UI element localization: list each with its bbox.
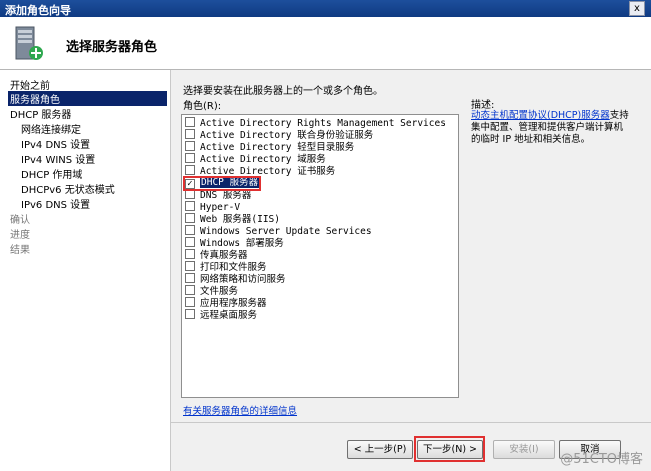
dhcp-help-link[interactable]: 动态主机配置协议(DHCP)服务器 [471, 110, 610, 121]
checkbox[interactable] [185, 213, 195, 223]
close-button[interactable]: x [629, 1, 645, 16]
checkbox[interactable] [185, 153, 195, 163]
divider [171, 422, 651, 423]
role-item[interactable]: Active Directory 轻型目录服务 [185, 141, 354, 153]
server-add-icon [15, 26, 43, 60]
role-item[interactable]: 打印和文件服务 [185, 261, 267, 273]
checkbox[interactable] [185, 237, 195, 247]
checkbox[interactable] [185, 201, 195, 211]
watermark: @51CTO博客 [560, 452, 643, 467]
role-item[interactable]: 远程桌面服务 [185, 309, 257, 321]
nav-item-progress: 进度 [10, 230, 30, 241]
checkbox[interactable] [185, 249, 195, 259]
role-item[interactable]: Active Directory 域服务 [185, 153, 326, 165]
checkbox[interactable] [185, 285, 195, 295]
highlight-box [183, 176, 261, 191]
checkbox[interactable] [185, 297, 195, 307]
roles-list[interactable]: Active Directory Rights Management Servi… [181, 114, 459, 398]
back-button[interactable]: < 上一步(P) [347, 440, 413, 459]
checkbox[interactable] [185, 225, 195, 235]
instruction-text: 选择要安装在此服务器上的一个或多个角色。 [183, 86, 383, 97]
checkbox[interactable] [185, 261, 195, 271]
role-item[interactable]: Hyper-V [185, 201, 240, 213]
role-item[interactable]: Web 服务器(IIS) [185, 213, 280, 225]
role-item[interactable]: Active Directory Rights Management Servi… [185, 117, 446, 129]
window-titlebar: 添加角色向导 x [0, 0, 651, 17]
page-title: 选择服务器角色 [66, 40, 158, 55]
nav-item-before-you-begin[interactable]: 开始之前 [10, 77, 50, 92]
wizard-nav: 开始之前 服务器角色 DHCP 服务器 网络连接绑定 IPv4 DNS 设置 I… [0, 70, 169, 471]
nav-item-confirmation: 确认 [10, 215, 30, 226]
nav-item-dhcp-scopes[interactable]: DHCP 作用域 [21, 166, 82, 181]
install-button: 安装(I) [493, 440, 555, 459]
description-label: 描述: [471, 100, 495, 111]
role-item[interactable]: 网络策略和访问服务 [185, 273, 286, 285]
role-item[interactable]: Windows Server Update Services [185, 225, 372, 237]
checkbox[interactable] [185, 117, 195, 127]
nav-item-dhcpv6-stateless[interactable]: DHCPv6 无状态模式 [21, 181, 115, 196]
nav-item-results: 结果 [10, 245, 30, 256]
wizard-content: 选择要安装在此服务器上的一个或多个角色。 角色(R): Active Direc… [170, 70, 651, 471]
nav-item-ipv6-dns[interactable]: IPv6 DNS 设置 [21, 196, 90, 211]
description-text: 动态主机配置协议(DHCP)服务器支持集中配置、管理和提供客户端计算机的临时 I… [471, 110, 629, 145]
checkbox[interactable] [185, 309, 195, 319]
role-item[interactable]: 应用程序服务器 [185, 297, 267, 309]
checkbox[interactable] [185, 129, 195, 139]
checkbox[interactable] [185, 273, 195, 283]
window-title: 添加角色向导 [5, 4, 71, 17]
nav-item-ipv4-wins[interactable]: IPv4 WINS 设置 [21, 151, 95, 166]
roles-label: 角色(R): [183, 101, 222, 112]
nav-item-network-bindings[interactable]: 网络连接绑定 [21, 121, 81, 136]
wizard-header: 选择服务器角色 [0, 17, 651, 70]
checkbox[interactable] [185, 165, 195, 175]
nav-item-ipv4-dns[interactable]: IPv4 DNS 设置 [21, 136, 90, 151]
checkbox[interactable] [185, 141, 195, 151]
more-info-link[interactable]: 有关服务器角色的详细信息 [183, 403, 297, 417]
role-item[interactable]: Active Directory 联合身份验证服务 [185, 129, 373, 141]
role-item[interactable]: Windows 部署服务 [185, 237, 284, 249]
nav-item-dhcp-server[interactable]: DHCP 服务器 [10, 106, 71, 121]
nav-item-server-roles[interactable]: 服务器角色 [8, 91, 167, 106]
role-item[interactable]: 传真服务器 [185, 249, 248, 261]
role-item[interactable]: 文件服务 [185, 285, 238, 297]
next-highlight-box [414, 436, 485, 462]
